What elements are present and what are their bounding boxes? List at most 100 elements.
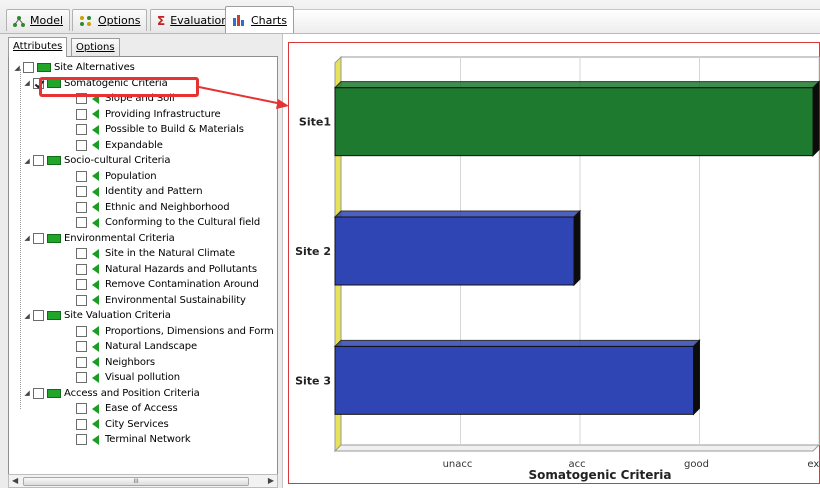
tree-group-2[interactable]: ◢ Environmental Criteria xyxy=(23,231,175,246)
item-checkbox[interactable] xyxy=(76,217,87,228)
item-checkbox[interactable] xyxy=(76,434,87,445)
tree-item-2-2[interactable]: Remove Contamination Around xyxy=(76,277,259,292)
tree-item-1-2[interactable]: Ethnic and Neighborhood xyxy=(76,200,230,215)
collapse-icon[interactable]: ◢ xyxy=(23,157,31,165)
subtab-attributes[interactable]: Attributes xyxy=(8,37,68,57)
tree-root[interactable]: ◢ Site Alternatives xyxy=(13,60,135,75)
item-checkbox[interactable] xyxy=(76,372,87,383)
tree-item-0-1[interactable]: Providing Infrastructure xyxy=(76,107,221,122)
x-tick-label: unacc xyxy=(443,459,473,470)
item-checkbox[interactable] xyxy=(76,263,87,275)
tree-root-label: Site Alternatives xyxy=(54,62,135,73)
collapse-icon[interactable]: ◢ xyxy=(23,234,31,242)
tree-item-label: Population xyxy=(105,170,157,182)
item-checkbox[interactable] xyxy=(76,248,87,259)
item-checkbox[interactable] xyxy=(76,186,87,197)
tree-item-4-1[interactable]: City Services xyxy=(76,417,169,432)
tab-model[interactable]: Model xyxy=(6,9,71,31)
tree-item-4-2[interactable]: Terminal Network xyxy=(76,432,191,447)
tab-options-label: Options xyxy=(98,14,141,27)
scroll-thumb[interactable]: III xyxy=(23,477,249,486)
tree-item-label: Identity and Pattern xyxy=(105,186,203,197)
group-checkbox[interactable] xyxy=(33,232,44,244)
tree-item-4-0[interactable]: Ease of Access xyxy=(76,401,178,416)
model-tree-icon xyxy=(13,15,25,27)
bar-3[interactable] xyxy=(334,345,694,415)
bar-side-1 xyxy=(812,80,820,157)
leaf-flag-icon xyxy=(92,419,99,429)
tree-item-1-1[interactable]: Identity and Pattern xyxy=(76,184,203,199)
collapse-icon[interactable]: ◢ xyxy=(23,389,31,397)
leaf-flag-icon xyxy=(92,295,99,305)
tree-item-1-0[interactable]: Population xyxy=(76,169,157,184)
leaf-flag-icon xyxy=(92,326,99,336)
tree-item-2-3[interactable]: Environmental Sustainability xyxy=(76,293,246,308)
leaf-flag-icon xyxy=(92,202,99,212)
chart-icon xyxy=(233,14,244,26)
item-checkbox[interactable] xyxy=(76,418,87,430)
item-checkbox[interactable] xyxy=(76,341,87,352)
item-checkbox[interactable] xyxy=(76,325,87,337)
y-category-label: Site1 xyxy=(299,116,331,129)
selection-highlight xyxy=(39,77,199,97)
leaf-flag-icon xyxy=(92,434,99,445)
tree-group-label: Environmental Criteria xyxy=(64,232,175,244)
collapse-icon[interactable]: ◢ xyxy=(23,312,31,320)
tree-item-label: Conforming to the Cultural field xyxy=(105,217,261,228)
folder-icon xyxy=(47,311,61,320)
bar-top-2 xyxy=(333,210,582,218)
leaf-flag-icon xyxy=(92,403,99,414)
tree-item-3-0[interactable]: Proportions, Dimensions and Form xyxy=(76,324,274,339)
leaf-flag-icon xyxy=(92,279,99,290)
bar-side-2 xyxy=(573,209,581,287)
subtab-options[interactable]: Options xyxy=(71,38,120,56)
collapse-icon[interactable]: ◢ xyxy=(13,64,21,72)
item-checkbox[interactable] xyxy=(76,139,87,151)
root-checkbox[interactable] xyxy=(23,62,34,73)
tree-item-0-3[interactable]: Expandable xyxy=(76,138,163,153)
tree-item-3-2[interactable]: Neighbors xyxy=(76,355,155,370)
tree-item-2-0[interactable]: Site in the Natural Climate xyxy=(76,246,235,261)
tree-group-1[interactable]: ◢ Socio-cultural Criteria xyxy=(23,153,170,168)
item-checkbox[interactable] xyxy=(76,356,87,368)
tree-group-4[interactable]: ◢ Access and Position Criteria xyxy=(23,386,200,401)
subtab-attributes-label: Attributes xyxy=(13,41,63,52)
tab-charts[interactable]: Charts xyxy=(225,6,294,33)
item-checkbox[interactable] xyxy=(76,403,87,414)
tree-group-label: Socio-cultural Criteria xyxy=(64,155,171,166)
tree-item-label: Providing Infrastructure xyxy=(105,108,221,120)
item-checkbox[interactable] xyxy=(76,279,87,290)
sigma-icon: Σ xyxy=(157,13,166,28)
scroll-right-icon[interactable]: ▶ xyxy=(268,476,274,485)
tree-item-label: City Services xyxy=(105,418,169,430)
tree-item-2-1[interactable]: Natural Hazards and Pollutants xyxy=(76,262,257,277)
tree-item-3-3[interactable]: Visual pollution xyxy=(76,370,180,385)
tree-group-3[interactable]: ◢ Site Valuation Criteria xyxy=(23,308,171,323)
tree-item-1-3[interactable]: Conforming to the Cultural field xyxy=(76,215,260,230)
y-category-label: Site 2 xyxy=(295,245,331,258)
leaf-flag-icon xyxy=(92,357,99,367)
scroll-left-icon[interactable]: ◀ xyxy=(12,476,18,485)
tree-item-label: Neighbors xyxy=(105,356,155,368)
folder-icon xyxy=(47,156,61,165)
item-checkbox[interactable] xyxy=(76,108,87,120)
tab-options[interactable]: Options xyxy=(72,9,148,31)
tab-evaluation[interactable]: Σ Evaluation xyxy=(150,9,236,31)
tree-item-label: Visual pollution xyxy=(105,372,180,383)
group-checkbox[interactable] xyxy=(33,155,44,166)
group-checkbox[interactable] xyxy=(33,387,44,399)
bar-1[interactable] xyxy=(334,87,814,157)
folder-icon xyxy=(47,388,61,398)
item-checkbox[interactable] xyxy=(76,201,87,213)
tree-item-label: Terminal Network xyxy=(105,434,191,445)
collapse-icon[interactable]: ◢ xyxy=(23,79,31,87)
tree-horizontal-scrollbar[interactable]: ◀ III ▶ xyxy=(8,474,278,488)
item-checkbox[interactable] xyxy=(76,124,87,135)
bar-side-3 xyxy=(693,339,700,416)
tree-item-3-1[interactable]: Natural Landscape xyxy=(76,339,197,354)
item-checkbox[interactable] xyxy=(76,170,87,182)
item-checkbox[interactable] xyxy=(76,294,87,306)
group-checkbox[interactable] xyxy=(33,310,44,321)
tree-item-0-2[interactable]: Possible to Build & Materials xyxy=(76,122,244,137)
bar-2[interactable] xyxy=(334,216,575,286)
